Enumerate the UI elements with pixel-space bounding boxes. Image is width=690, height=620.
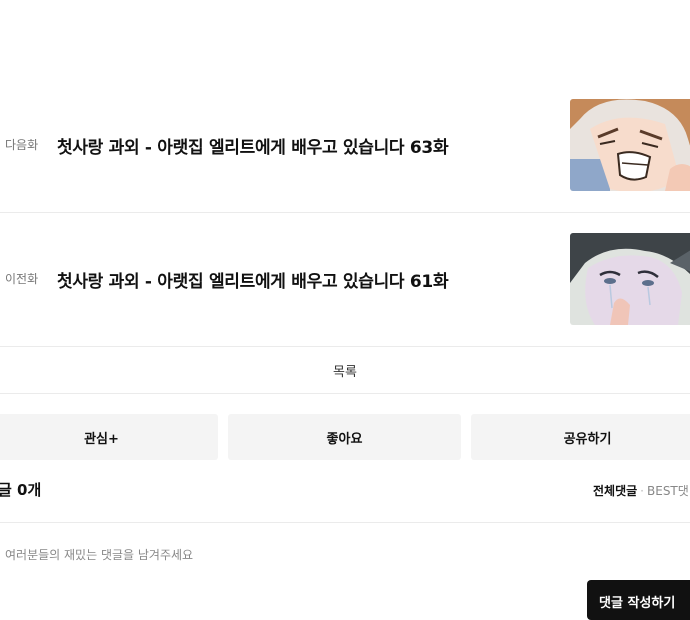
favorite-button[interactable]: 관심+ [0,414,218,460]
next-episode-thumbnail[interactable] [570,99,690,191]
prev-episode-title[interactable]: 첫사랑 과외 - 아랫집 엘리트에게 배우고 있습니다 61화 [57,267,449,292]
tab-separator: · [640,484,644,498]
next-episode-row[interactable]: 다음화 첫사랑 과외 - 아랫집 엘리트에게 배우고 있습니다 63화 [0,78,690,213]
episode-list-label: 목록 [333,364,357,380]
like-button[interactable]: 좋아요 [228,414,461,460]
next-episode-title[interactable]: 첫사랑 과외 - 아랫집 엘리트에게 배우고 있습니다 63화 [57,133,449,158]
tab-best-comments[interactable]: BEST댓 [647,484,689,498]
prev-episode-label: 이전화 [5,272,39,286]
share-button[interactable]: 공유하기 [471,414,690,460]
submit-comment-label: 댓글 작성하기 [599,596,676,611]
submit-comment-button[interactable]: 댓글 작성하기 [587,580,690,620]
comment-sort-tabs: 전체댓글 · BEST댓 [593,482,689,499]
comment-count: 글 0개 [0,481,42,499]
share-label: 공유하기 [563,431,612,447]
prev-episode-row[interactable]: 이전화 첫사랑 과외 - 아랫집 엘리트에게 배우고 있습니다 61화 [0,212,690,347]
next-episode-label: 다음화 [5,138,39,152]
like-label: 좋아요 [326,431,363,447]
comment-divider [0,522,690,523]
comment-input[interactable] [5,548,565,562]
episode-list-button[interactable]: 목록 [0,347,690,394]
tab-all-comments[interactable]: 전체댓글 [593,484,637,498]
favorite-label: 관심+ [84,431,119,447]
prev-episode-thumbnail[interactable] [570,233,690,325]
